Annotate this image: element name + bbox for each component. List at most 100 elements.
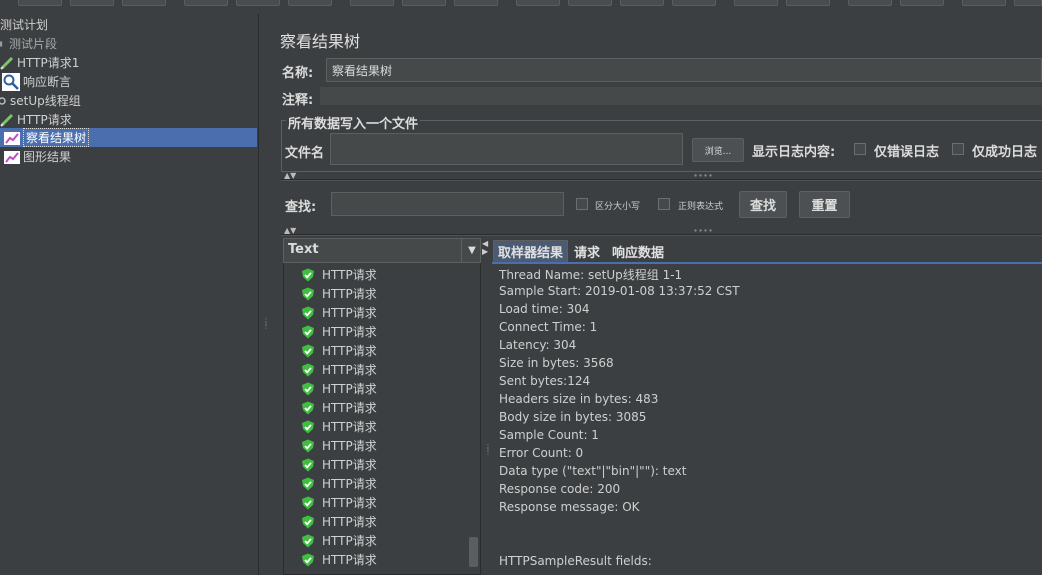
list-item[interactable]: HTTP请求 (301, 379, 377, 398)
list-item[interactable]: HTTP请求 (301, 284, 377, 303)
list-scrollbar-thumb[interactable] (469, 537, 478, 567)
toolbar-button[interactable] (402, 0, 446, 6)
shield-check-icon (302, 363, 314, 376)
regex-checkbox[interactable] (658, 198, 670, 210)
shield-check-icon (302, 458, 314, 471)
comment-label: 注释: (282, 93, 314, 108)
toolbar-button[interactable] (900, 0, 944, 6)
tree-node-test-plan[interactable]: 测试计划 (0, 15, 48, 34)
comment-input[interactable] (320, 87, 1042, 105)
shield-check-icon (302, 287, 314, 300)
tree-node-setup-thread-group[interactable]: setUp线程组 (0, 91, 81, 110)
toolbar-button[interactable] (962, 0, 1006, 6)
regex-label: 正则表达式 (678, 202, 724, 212)
list-item[interactable]: HTTP请求 (301, 531, 377, 550)
toolbar-button[interactable] (184, 0, 228, 6)
list-item[interactable]: HTTP请求 (301, 436, 377, 455)
splitter-handle[interactable] (482, 238, 490, 575)
tab-underline (492, 262, 1042, 264)
tree-node-label: setUp线程组 (10, 94, 81, 108)
toolbar-button[interactable] (620, 0, 664, 6)
list-item[interactable]: HTTP请求 (301, 341, 377, 360)
toolbar-button[interactable] (70, 0, 114, 6)
toolbar-button[interactable] (288, 0, 332, 6)
grip-dots: ⋮ ⋮ (262, 317, 270, 330)
list-item-label: HTTP请求 (322, 344, 377, 358)
filename-input[interactable] (330, 133, 683, 165)
toolbar-button[interactable] (18, 0, 62, 6)
shield-check-icon (302, 268, 314, 281)
list-item[interactable]: HTTP请求 (301, 493, 377, 512)
test-fragment-icon (0, 40, 3, 47)
tree-node-label: 响应断言 (23, 75, 72, 89)
divider (281, 179, 1042, 181)
thread-group-gear-icon (0, 96, 6, 105)
name-input[interactable] (326, 58, 1042, 82)
errors-only-label: 仅错误日志 (874, 145, 940, 160)
tree-node-label: 图形结果 (23, 150, 72, 164)
list-item[interactable]: HTTP请求 (301, 474, 377, 493)
tree-node-test-fragment[interactable]: 测试片段 (0, 34, 57, 53)
shield-check-icon (302, 496, 314, 509)
toolbar-button[interactable] (236, 0, 280, 6)
search-input[interactable] (331, 192, 564, 216)
list-item[interactable]: HTTP请求 (301, 303, 377, 322)
browse-button[interactable]: 浏览... (692, 138, 744, 162)
search-label: 查找: (285, 200, 317, 215)
find-button[interactable]: 查找 (739, 191, 787, 218)
errors-only-checkbox[interactable] (854, 143, 866, 155)
list-item[interactable]: HTTP请求 (301, 550, 377, 569)
tree-node-view-results-tree[interactable]: 察看结果树 (4, 128, 90, 147)
chevron-down-icon[interactable]: ▼ (461, 238, 482, 263)
toolbar-button[interactable] (568, 0, 612, 6)
tree-node-http-request-1[interactable]: HTTP请求1 (0, 53, 79, 72)
listener-chart-icon (4, 150, 20, 164)
list-item[interactable]: HTTP请求 (301, 512, 377, 531)
list-item[interactable]: HTTP请求 (301, 417, 377, 436)
shield-check-icon (302, 344, 314, 357)
tree-node-http-request[interactable]: HTTP请求 (0, 110, 72, 129)
list-item-label: HTTP请求 (322, 325, 377, 339)
shield-check-icon (302, 553, 314, 566)
assertion-magnifier-icon (2, 72, 20, 91)
result-text-line: Latency: 304 (499, 338, 577, 352)
list-item[interactable]: HTTP请求 (301, 455, 377, 474)
toolbar-button[interactable] (122, 0, 166, 6)
tab-response-data[interactable]: 响应数据 (608, 240, 668, 262)
list-item[interactable]: HTTP请求 (301, 322, 377, 341)
list-item-label: HTTP请求 (322, 439, 377, 453)
expand-arrows[interactable]: ◀ ▶ (482, 240, 488, 256)
shield-check-icon (302, 306, 314, 319)
tab-sampler-result[interactable]: 取样器结果 (493, 240, 569, 262)
tab-request[interactable]: 请求 (570, 240, 604, 262)
toolbar-button[interactable] (1014, 0, 1042, 6)
toolbar-button[interactable] (350, 0, 394, 6)
list-item[interactable]: HTTP请求 (301, 360, 377, 379)
name-label: 名称: (282, 66, 314, 81)
shield-check-icon (302, 477, 314, 490)
list-item[interactable]: HTTP请求 (301, 265, 377, 284)
toolbar-button[interactable] (848, 0, 892, 6)
tree-node-label: HTTP请求 (17, 113, 72, 127)
case-sensitive-checkbox[interactable] (576, 198, 588, 210)
shield-check-icon (302, 515, 314, 528)
result-text-line: Error Count: 0 (499, 446, 584, 460)
toolbar-button[interactable] (734, 0, 778, 6)
success-only-checkbox[interactable] (952, 143, 964, 155)
toolbar-button[interactable] (516, 0, 560, 6)
list-item-label: HTTP请求 (322, 363, 377, 377)
list-item[interactable]: HTTP请求 (301, 398, 377, 417)
divider (281, 234, 1042, 236)
tree-node-response-assertion[interactable]: 响应断言 (2, 72, 71, 91)
sampler-pen-icon (0, 56, 14, 70)
toolbar-button[interactable] (672, 0, 716, 6)
reset-button[interactable]: 重置 (799, 191, 850, 218)
list-item-label: HTTP请求 (322, 306, 377, 320)
tree-node-graph-results[interactable]: 图形结果 (4, 147, 71, 166)
splitter-handle[interactable]: ⋮ ⋮ (258, 14, 271, 575)
toolbar-button[interactable] (786, 0, 830, 6)
toolbar-button[interactable] (454, 0, 498, 6)
list-item-label: HTTP请求 (322, 287, 377, 301)
result-text-line: Data type ("text"|"bin"|""): text (499, 464, 687, 478)
result-text-line: Response message: OK (499, 500, 640, 514)
